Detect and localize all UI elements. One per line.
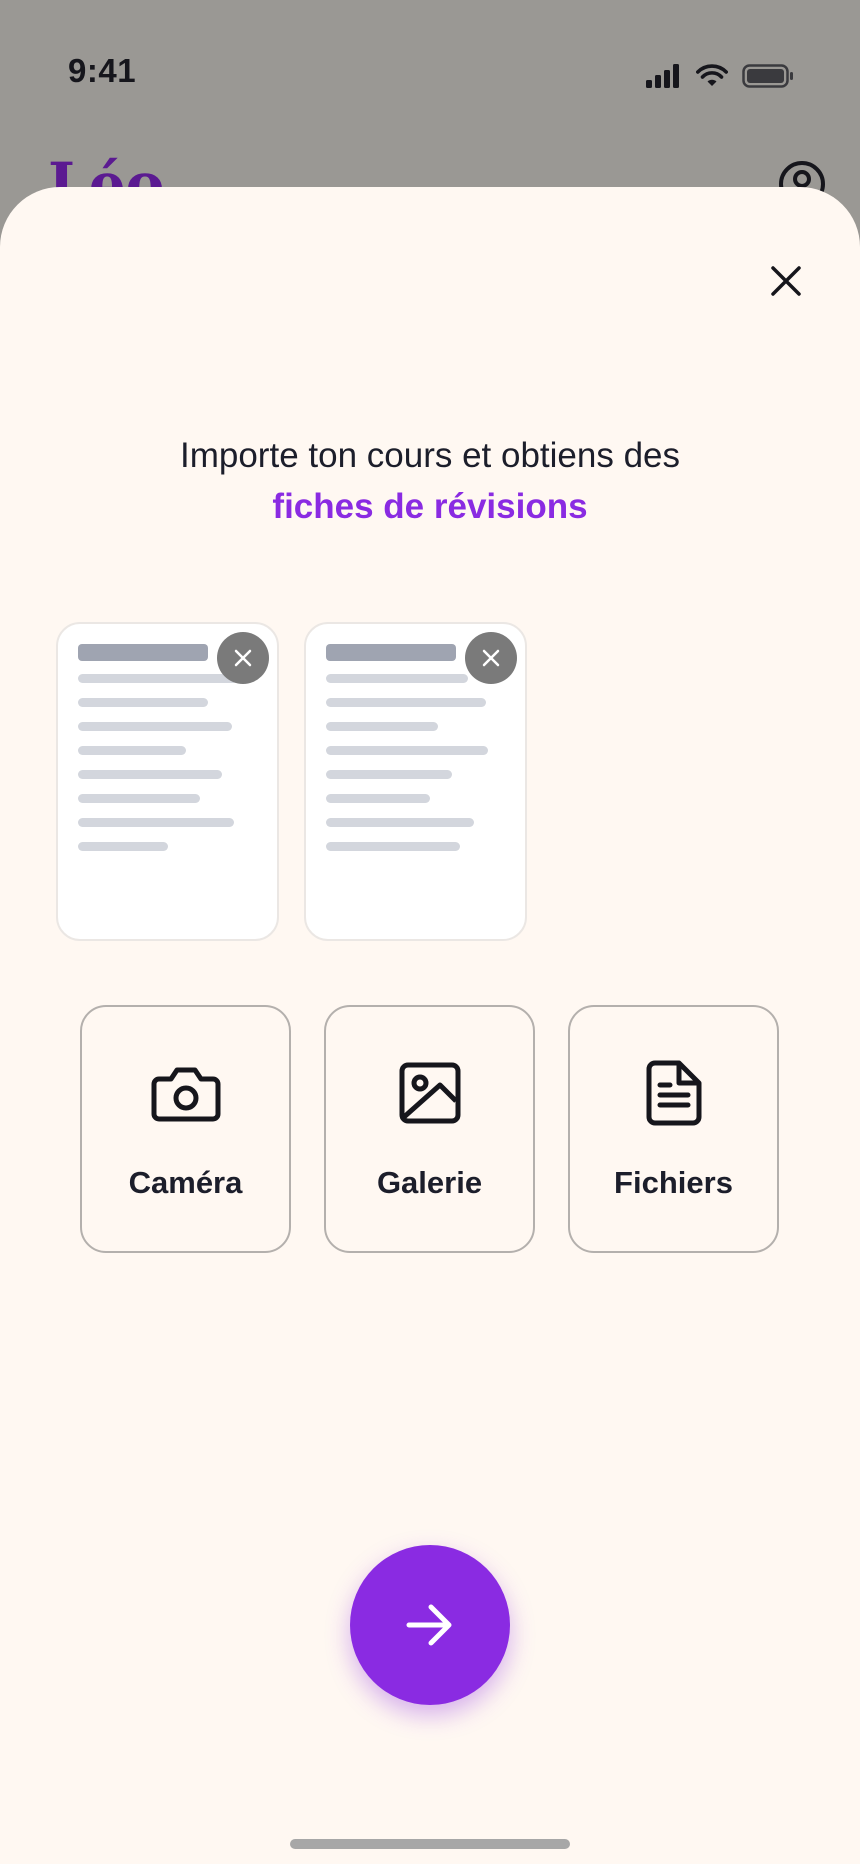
- cellular-signal-icon: [646, 64, 679, 88]
- gallery-source-button[interactable]: Galerie: [324, 1005, 535, 1253]
- doc-line-placeholder: [78, 674, 238, 683]
- status-time: 9:41: [68, 52, 137, 89]
- doc-line-placeholder: [78, 698, 208, 707]
- close-icon: [234, 649, 252, 667]
- gallery-label: Galerie: [376, 1165, 483, 1200]
- doc-line-placeholder: [78, 770, 222, 779]
- doc-title-placeholder: [326, 644, 456, 661]
- next-button[interactable]: [350, 1545, 510, 1705]
- doc-line-placeholder: [78, 842, 168, 851]
- doc-line-placeholder: [326, 746, 488, 755]
- doc-line-placeholder: [326, 674, 468, 683]
- files-source-button[interactable]: Fichiers: [568, 1005, 779, 1253]
- image-icon: [394, 1057, 466, 1129]
- close-icon: [482, 649, 500, 667]
- home-indicator: [290, 1839, 570, 1849]
- headline-line1: Importe ton cours et obtiens des: [180, 436, 680, 475]
- document-thumbnail[interactable]: [304, 622, 527, 941]
- doc-line-placeholder: [78, 722, 232, 731]
- files-label: Fichiers: [614, 1165, 733, 1200]
- remove-document-button[interactable]: [465, 632, 517, 684]
- doc-line-placeholder: [326, 818, 474, 827]
- screen: 9:41 Léo Importe ton cours et obtiens de…: [0, 0, 860, 1864]
- close-icon: [771, 266, 801, 296]
- doc-line-placeholder: [326, 722, 438, 731]
- doc-line-placeholder: [326, 842, 460, 851]
- import-sources: Caméra Galerie Fichiers: [80, 1005, 779, 1253]
- doc-line-placeholder: [78, 746, 186, 755]
- headline-accent: fiches de révisions: [272, 487, 588, 526]
- imported-documents: [56, 622, 527, 941]
- headline: Importe ton cours et obtiens des fiches …: [0, 430, 860, 532]
- status-icons: [646, 64, 794, 88]
- camera-source-button[interactable]: Caméra: [80, 1005, 291, 1253]
- doc-line-placeholder: [326, 698, 486, 707]
- arrow-right-icon: [406, 1604, 452, 1646]
- close-button[interactable]: [760, 255, 812, 307]
- doc-line-placeholder: [326, 794, 430, 803]
- doc-title-placeholder: [78, 644, 208, 661]
- import-sheet: Importe ton cours et obtiens des fiches …: [0, 187, 860, 1864]
- file-text-icon: [638, 1057, 710, 1129]
- battery-icon: [742, 64, 793, 88]
- camera-icon: [150, 1057, 222, 1129]
- document-thumbnail[interactable]: [56, 622, 279, 941]
- remove-document-button[interactable]: [217, 632, 269, 684]
- doc-line-placeholder: [326, 770, 452, 779]
- doc-line-placeholder: [78, 818, 234, 827]
- doc-line-placeholder: [78, 794, 200, 803]
- camera-label: Caméra: [128, 1165, 243, 1200]
- wifi-icon: [696, 64, 728, 86]
